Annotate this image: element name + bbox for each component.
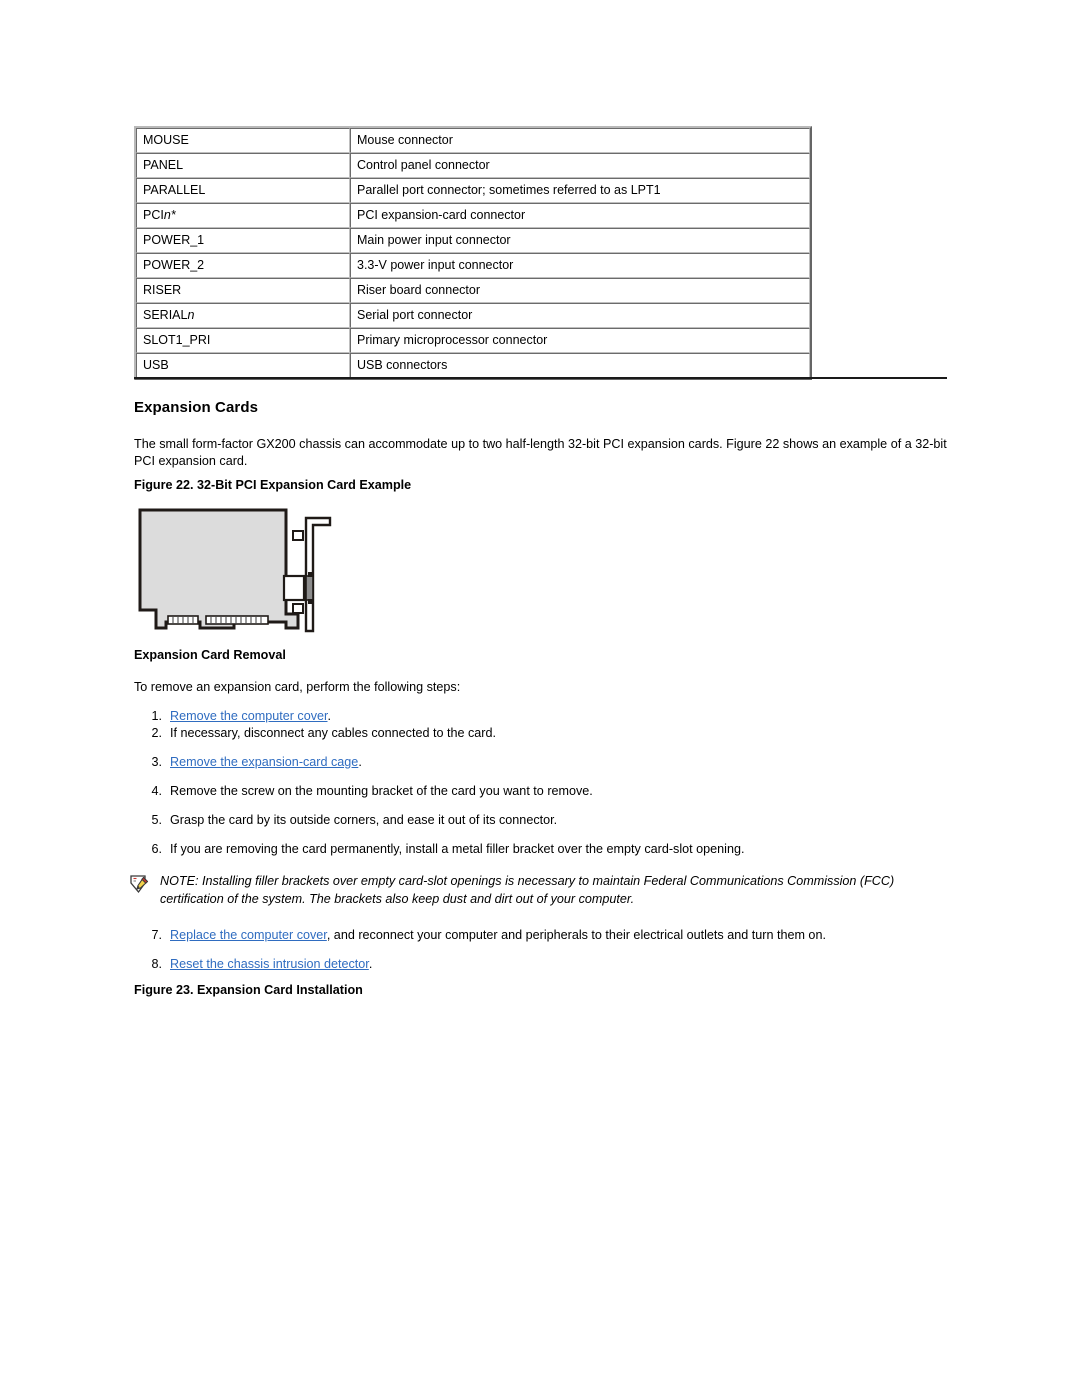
step-number: 1. — [151, 709, 162, 723]
bracket-tab-upper — [292, 530, 304, 541]
note-text: NOTE: Installing filler brackets over em… — [160, 874, 895, 906]
italic-variable-suffix: n — [187, 308, 195, 322]
pci-card-illustration — [138, 508, 332, 633]
table-row: POWER_2 3.3-V power input connector — [136, 253, 810, 278]
connector-name-cell: RISER — [136, 278, 350, 303]
intro-paragraph: The small form-factor GX200 chassis can … — [134, 437, 947, 468]
connector-name-cell: PANEL — [136, 153, 350, 178]
step-number: 7. — [151, 928, 162, 942]
figure-22-pci-expansion-card — [138, 506, 338, 636]
step-text: Remove the screw on the mounting bracket… — [170, 784, 593, 798]
connector-table-container: MOUSE Mouse connector PANEL Control panel c… — [134, 126, 812, 380]
edge-connector-fingers-long — [205, 615, 269, 625]
list-item: 7. Replace the computer cover, and reconn… — [134, 927, 964, 944]
list-item: 1. Remove the computer cover. — [134, 708, 964, 725]
step-cross-reference-link[interactable]: Remove the computer cover — [170, 709, 328, 723]
connector-name-cell: PARALLEL — [136, 178, 350, 203]
note-pencil-icon — [128, 873, 150, 895]
figure-23-caption: Figure 23. Expansion Card Installation — [134, 983, 363, 997]
step-cross-reference-link[interactable]: Remove the expansion-card cage — [170, 755, 358, 769]
connector-description-cell: Riser board connector — [350, 278, 810, 303]
connector-description-cell: Primary microprocessor connector — [350, 328, 810, 353]
step-number: 3. — [151, 755, 162, 769]
removal-lead-paragraph: To remove an expansion card, perform the… — [134, 680, 461, 694]
subsection-heading-removal: Expansion Card Removal — [134, 648, 286, 662]
table-row: SERIALn Serial port connector — [136, 303, 810, 328]
table-row: PANEL Control panel connector — [136, 153, 810, 178]
connector-name-cell: USB — [136, 353, 350, 378]
step-text: Grasp the card by its outside corners, a… — [170, 813, 558, 827]
card-body — [138, 508, 300, 630]
list-item: 5. Grasp the card by its outside corners,… — [134, 812, 964, 829]
edge-connector-fingers-short — [167, 615, 199, 625]
page-title: Expansion Cards — [134, 399, 259, 416]
removal-steps-list-continued: 7. Replace the computer cover, and reconn… — [134, 927, 964, 973]
connector-name-cell: SLOT1_PRI — [136, 328, 350, 353]
step-text: . — [327, 709, 332, 723]
step-text: If you are removing the card permanently… — [170, 842, 745, 856]
connector-description-cell: Serial port connector — [350, 303, 810, 328]
list-item: 2. If necessary, disconnect any cables co… — [134, 725, 964, 742]
bracket-port-cutout — [305, 575, 314, 601]
io-port-connector — [282, 574, 306, 602]
horizontal-rule-divider — [134, 377, 947, 379]
step-text: , and reconnect your computer and periph… — [326, 928, 826, 942]
table-row: SLOT1_PRI Primary microprocessor connecto… — [136, 328, 810, 353]
connector-description-cell: Parallel port connector; sometimes refer… — [350, 178, 810, 203]
connector-description-cell: Mouse connector — [350, 128, 810, 153]
removal-steps-list: 1. Remove the computer cover. 2. If necessa… — [134, 708, 964, 858]
connector-name-cell: POWER_1 — [136, 228, 350, 253]
step-text: . — [358, 755, 362, 769]
table-row: POWER_1 Main power input connector — [136, 228, 810, 253]
italic-variable-suffix: n* — [163, 208, 176, 222]
table-row: MOUSE Mouse connector — [136, 128, 810, 153]
step-number: 2. — [151, 726, 162, 740]
step-number: 4. — [151, 784, 162, 798]
connector-description-cell: USB connectors — [350, 353, 810, 378]
list-item: 8. Reset the chassis intrusion detector. — [134, 956, 964, 973]
step-number: 8. — [151, 957, 162, 971]
connector-name-cell: SERIALn — [136, 303, 350, 328]
connector-description-cell: Control panel connector — [350, 153, 810, 178]
step-cross-reference-link[interactable]: Replace the computer cover — [170, 928, 327, 942]
list-item: 3. Remove the expansion-card cage. — [134, 754, 964, 771]
connector-name-cell: POWER_2 — [136, 253, 350, 278]
step-number: 6. — [151, 842, 162, 856]
bracket-screw-upper — [308, 572, 313, 577]
connector-name-cell: MOUSE — [136, 128, 350, 153]
table-row: PARALLEL Parallel port connector; sometim… — [136, 178, 810, 203]
bracket-tab-lower — [292, 603, 304, 614]
table-row: PCIn* PCI expansion-card connector — [136, 203, 810, 228]
list-item: 6. If you are removing the card permanent… — [134, 841, 964, 858]
document-page: MOUSE Mouse connector PANEL Control panel c… — [0, 0, 1080, 1397]
table-row: USB USB connectors — [136, 353, 810, 378]
connector-name-cell: PCIn* — [136, 203, 350, 228]
figure-22-caption: Figure 22. 32-Bit PCI Expansion Card Exa… — [134, 478, 412, 492]
connector-description-cell: Main power input connector — [350, 228, 810, 253]
step-text: . — [368, 957, 373, 971]
table-row: RISER Riser board connector — [136, 278, 810, 303]
connector-table: MOUSE Mouse connector PANEL Control panel c… — [134, 126, 812, 380]
step-text: If necessary, disconnect any cables conn… — [170, 726, 496, 740]
bracket-screw-lower — [308, 599, 313, 604]
note-callout: NOTE: Installing filler brackets over em… — [128, 872, 958, 908]
step-cross-reference-link[interactable]: Reset the chassis intrusion detector — [170, 957, 369, 971]
list-item: 4. Remove the screw on the mounting brack… — [134, 783, 964, 800]
connector-description-cell: PCI expansion-card connector — [350, 203, 810, 228]
step-number: 5. — [151, 813, 162, 827]
connector-description-cell: 3.3-V power input connector — [350, 253, 810, 278]
